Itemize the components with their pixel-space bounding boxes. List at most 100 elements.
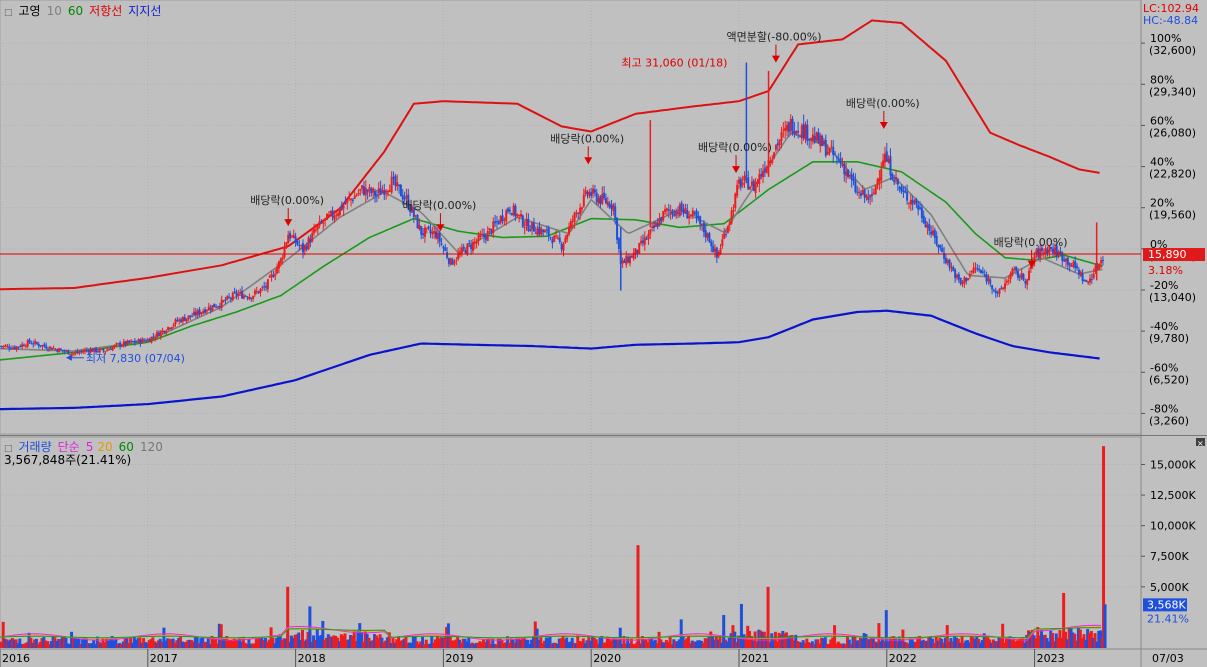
candle-body [782, 129, 785, 131]
candle-body [233, 291, 236, 293]
candle-body [58, 348, 61, 353]
candle-body [35, 342, 38, 344]
candle-body [760, 174, 763, 176]
candle-body [893, 179, 896, 183]
candle-body [930, 231, 933, 235]
vol-ma120[interactable]: 120 [140, 440, 163, 454]
candle-body [747, 177, 750, 190]
candle-body [385, 190, 388, 193]
candle-body [1070, 265, 1073, 267]
candle-body [636, 249, 639, 253]
candle-body [708, 233, 711, 243]
candle-body [307, 237, 310, 250]
candle-body [218, 306, 221, 308]
candle-body [832, 147, 835, 155]
candle-body [630, 256, 633, 258]
candle-body [183, 317, 186, 321]
candle-body [944, 257, 947, 264]
candle-body [577, 213, 580, 215]
candle-body [845, 171, 848, 176]
candle-body [601, 194, 604, 204]
candle-body [126, 340, 129, 345]
event-annotation: 배당락(0.00%) [698, 141, 772, 154]
candle-body [23, 344, 26, 347]
candle-body [540, 228, 543, 235]
candle-body [861, 189, 864, 195]
collapse-icon[interactable]: □ [4, 8, 13, 18]
volume-bar [722, 614, 726, 648]
candle-body [653, 225, 656, 228]
candle-body [967, 278, 970, 280]
candle-body [643, 237, 646, 245]
candle-body [130, 340, 133, 343]
candle-body [144, 340, 147, 342]
candle-body [1081, 273, 1084, 281]
candle-body [1064, 258, 1067, 262]
ma60-label[interactable]: 60 [68, 4, 83, 18]
candle-body [181, 317, 184, 322]
candle-body [813, 135, 816, 143]
candle-body [455, 260, 458, 262]
candle-body [159, 331, 162, 337]
candle-body [673, 214, 676, 217]
candle-body [959, 277, 962, 284]
candle-body [43, 344, 46, 347]
candle-body [172, 324, 175, 327]
candle-body [987, 278, 990, 281]
panel-close-glyph[interactable]: × [1197, 439, 1204, 448]
candle-body [274, 273, 277, 276]
candle-body [303, 245, 306, 251]
candle-body [1015, 266, 1018, 271]
candle-body [638, 243, 641, 254]
candle-body [713, 248, 716, 252]
candle-body [196, 310, 199, 316]
candle-body [555, 235, 558, 237]
candle-body [662, 211, 665, 221]
candle-body [180, 319, 183, 323]
x-tick-label: 07/03 [1152, 652, 1184, 665]
candle-body [65, 350, 68, 352]
candle-body [309, 238, 312, 243]
candle-body [124, 341, 127, 345]
candle-body [786, 124, 789, 131]
candle-body [824, 140, 827, 156]
candle-body [1085, 280, 1088, 282]
candle-body [120, 345, 123, 347]
candle-body [712, 246, 715, 253]
support-label[interactable]: 지지선 [128, 4, 161, 18]
candle-body [946, 260, 949, 264]
candle-body [436, 232, 439, 240]
candle-body [551, 239, 554, 244]
candle-body [922, 215, 925, 223]
candle-body [649, 229, 652, 235]
candle-body [32, 343, 35, 345]
candle-body [771, 159, 774, 163]
candle-body [763, 168, 766, 173]
candle-body [346, 199, 349, 204]
candle-body [732, 210, 735, 212]
chart-window: 최고 31,060 (01/18) 최저 7,830 (07/04) 액면분할(-8… [0, 0, 1207, 667]
candle-body [205, 310, 208, 312]
resistance-label[interactable]: 저항선 [89, 4, 122, 18]
current-volume-ratio: 21.41% [1147, 612, 1189, 625]
ma10-label[interactable]: 10 [47, 4, 62, 18]
candle-body [919, 207, 922, 209]
candle-body [1077, 269, 1080, 275]
candle-body [876, 179, 879, 186]
candle-body [664, 209, 667, 212]
candle-body [850, 174, 853, 180]
candle-body [743, 176, 746, 181]
x-tick-label: 2019 [445, 652, 473, 665]
volume-bar [739, 603, 743, 648]
candle-body [1059, 251, 1062, 254]
candle-body [933, 230, 936, 238]
candle-body [957, 274, 960, 280]
candle-body [335, 214, 338, 216]
candle-body [447, 258, 450, 264]
candle-body [874, 185, 877, 195]
candle-body [1009, 273, 1012, 280]
candle-body [558, 237, 561, 243]
event-annotation: 배당락(0.00%) [250, 194, 324, 207]
candle-body [791, 118, 794, 134]
candle-body [283, 246, 286, 258]
